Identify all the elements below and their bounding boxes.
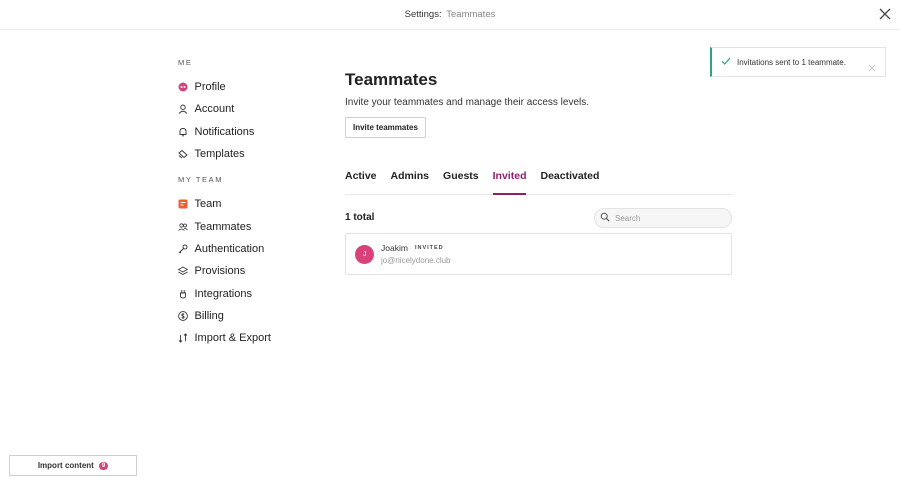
invited-list: J Joakim INVITED jo@nicelydone.club: [345, 233, 732, 275]
import-content-button[interactable]: Import content 9: [9, 455, 137, 476]
main-content: Teammates Invite your teammates and mana…: [345, 70, 732, 138]
close-icon[interactable]: [868, 59, 876, 72]
bell-icon: [178, 127, 188, 137]
key-icon: [178, 244, 188, 254]
status-badge: INVITED: [414, 245, 444, 251]
sidebar-item-authentication[interactable]: Authentication: [178, 238, 318, 260]
close-icon[interactable]: [878, 7, 892, 21]
search-input[interactable]: [615, 213, 725, 223]
import-export-icon: [178, 333, 188, 343]
success-toast: Invitations sent to 1 teammate.: [710, 47, 886, 77]
account-icon: [178, 104, 188, 115]
page-title: Teammates: [345, 70, 438, 89]
profile-icon: [178, 82, 188, 92]
layers-icon: [178, 266, 188, 276]
sidebar-item-label: Team: [194, 198, 222, 211]
sidebar-item-label: Import & Export: [194, 332, 271, 345]
templates-icon: [178, 149, 188, 159]
sidebar-item-label: Notifications: [194, 125, 255, 138]
list-item[interactable]: J Joakim INVITED jo@nicelydone.club: [346, 234, 731, 274]
breadcrumb-prefix: Settings:: [404, 9, 442, 20]
top-bar: Settings: Teammates: [0, 0, 900, 30]
row-name-line: Joakim INVITED: [381, 243, 451, 253]
sidebar-section-my-team: MY TEAM: [178, 175, 224, 185]
sidebar-item-label: Billing: [194, 309, 224, 322]
import-count-badge: 9: [98, 461, 109, 470]
breadcrumb: Settings: Teammates: [0, 9, 900, 20]
toast-message: Invitations sent to 1 teammate.: [737, 57, 846, 67]
search-box[interactable]: [594, 208, 732, 228]
integrations-icon: [178, 289, 188, 299]
sidebar-item-templates[interactable]: Templates: [178, 143, 318, 165]
sidebar-item-label: Account: [194, 103, 235, 116]
teammate-name: Joakim: [381, 243, 408, 253]
team-icon: [178, 199, 188, 209]
sidebar-item-profile[interactable]: Profile: [178, 76, 318, 98]
row-text: Joakim INVITED jo@nicelydone.club: [381, 243, 451, 265]
breadcrumb-current: Teammates: [446, 9, 496, 20]
tab-active[interactable]: Active: [345, 168, 377, 195]
sidebar-item-label: Authentication: [194, 242, 265, 255]
sidebar-item-label: Profile: [194, 81, 226, 94]
sidebar-item-label: Templates: [194, 148, 245, 161]
page-description: Invite your teammates and manage their a…: [345, 97, 590, 108]
sidebar-section-me: ME: [178, 58, 193, 67]
teammates-icon: [178, 222, 188, 232]
sidebar-item-account[interactable]: Account: [178, 98, 318, 120]
sidebar-item-provisions[interactable]: Provisions: [178, 260, 318, 282]
search-icon: [600, 209, 610, 227]
tab-admins[interactable]: Admins: [391, 168, 430, 195]
sidebar-item-import-export[interactable]: Import & Export: [178, 327, 318, 349]
total-count: 1 total: [345, 212, 375, 223]
teammate-email: jo@nicelydone.club: [381, 256, 451, 265]
check-icon: [721, 53, 731, 71]
invite-teammates-button[interactable]: Invite teammates: [345, 117, 426, 138]
avatar: J: [355, 244, 374, 264]
sidebar-item-notifications[interactable]: Notifications: [178, 121, 318, 143]
tab-guests[interactable]: Guests: [443, 168, 479, 195]
sidebar-item-billing[interactable]: Billing: [178, 305, 318, 327]
tab-deactivated[interactable]: Deactivated: [540, 168, 599, 195]
teammate-tabs: Active Admins Guests Invited Deactivated: [345, 168, 732, 195]
sidebar-item-integrations[interactable]: Integrations: [178, 282, 318, 304]
sidebar-item-label: Provisions: [194, 265, 246, 278]
sidebar-item-label: Teammates: [194, 220, 252, 233]
import-content-label: Import content: [37, 461, 94, 470]
tab-invited[interactable]: Invited: [492, 168, 527, 195]
sidebar-item-teammates[interactable]: Teammates: [178, 215, 318, 237]
sidebar-item-label: Integrations: [194, 287, 252, 300]
sidebar-item-team[interactable]: Team: [178, 193, 318, 215]
settings-sidebar: ME Profile Account Notifications Templat…: [178, 58, 318, 349]
dollar-icon: [178, 310, 188, 321]
